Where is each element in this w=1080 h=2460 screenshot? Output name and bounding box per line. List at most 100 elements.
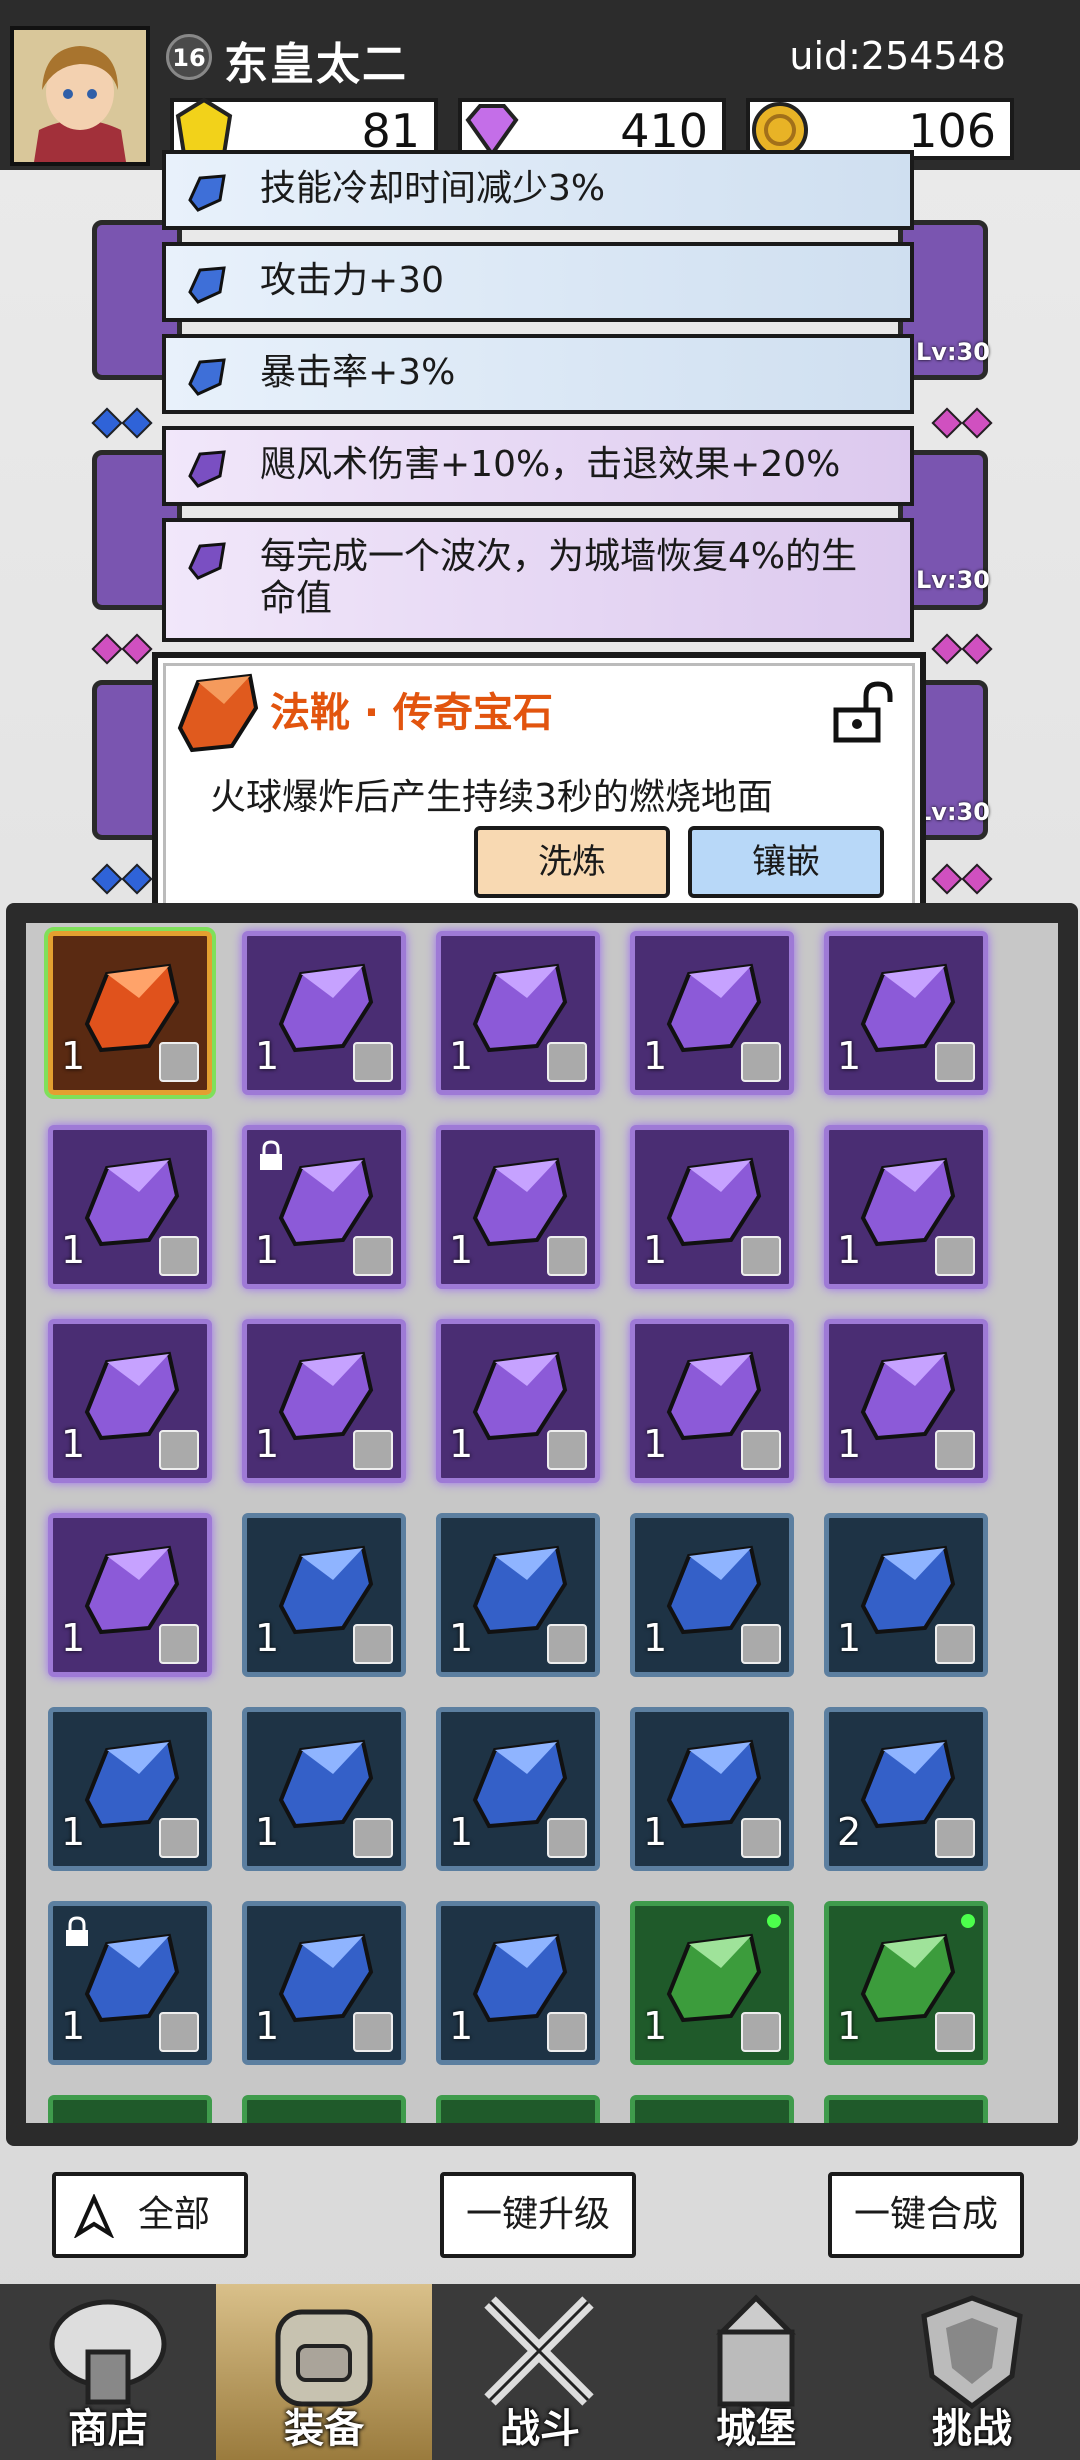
necklace-icon (547, 1430, 587, 1470)
inventory-gem-slot[interactable]: 1 (630, 1901, 794, 2065)
nav-equipment[interactable]: 装备 (216, 2284, 432, 2460)
inventory-gem-slot[interactable] (630, 2095, 794, 2123)
inventory-gem-slot[interactable]: 1 (436, 1901, 600, 2065)
inventory-gem-slot[interactable]: 1 (630, 1513, 794, 1677)
merge-all-button[interactable]: 一键合成 (828, 2172, 1024, 2258)
gem-count: 1 (255, 1228, 280, 1272)
inventory-gem-slot[interactable] (242, 2095, 406, 2123)
upgrade-all-button[interactable]: 一键升级 (440, 2172, 636, 2258)
inventory-gem-slot[interactable]: 1 (630, 931, 794, 1095)
inventory-gem-slot[interactable] (48, 2095, 212, 2123)
attribute-row: 技能冷却时间减少3% (162, 150, 914, 230)
nav-castle[interactable]: 城堡 (648, 2284, 864, 2460)
gem-count: 1 (61, 1228, 86, 1272)
armor-icon (159, 1818, 199, 1858)
attribute-text: 技能冷却时间减少3% (260, 168, 606, 209)
inventory-gem-slot[interactable]: 1 (824, 1513, 988, 1677)
blue-gem-icon (188, 174, 226, 212)
nav-label: 商店 (68, 2406, 148, 2452)
gem-count: 1 (643, 1034, 668, 1078)
inventory-gem-slot[interactable]: 1 (48, 1319, 212, 1483)
crossed-swords-icon (484, 2296, 594, 2406)
currency-value: 106 (908, 104, 996, 158)
attribute-row: 每完成一个波次，为城墙恢复4%的生命值 (162, 518, 914, 642)
equipment-level: Lv:30 (916, 566, 990, 594)
ring-icon (547, 1624, 587, 1664)
hat-icon (741, 1818, 781, 1858)
necklace-icon (159, 2012, 199, 2052)
filter-arrow-icon (74, 2194, 114, 2238)
gem-inventory-panel: 1 1 1 1 1 1 1 1 1 1 1 1 1 1 1 1 1 1 1 1 1 1 1 1 2 1 1 1 1 1 (6, 903, 1078, 2146)
inventory-gem-slot[interactable]: 1 (436, 1125, 600, 1289)
inventory-gem-slot[interactable]: 1 (242, 1901, 406, 2065)
equipment-level: Lv:30 (916, 338, 990, 366)
nav-label: 挑战 (932, 2406, 1012, 2452)
inventory-gem-slot[interactable]: 1 (436, 931, 600, 1095)
gem-title: 法靴 · 传奇宝石 (270, 690, 554, 736)
nav-battle[interactable]: 战斗 (432, 2284, 648, 2460)
inventory-gem-slot[interactable]: 1 (630, 1319, 794, 1483)
gem-count: 1 (255, 1616, 280, 1660)
inventory-gem-slot[interactable]: 1 (48, 1707, 212, 1871)
lock-icon (260, 1140, 282, 1170)
purple-gem-icon (188, 542, 226, 580)
nav-shop[interactable]: 商店 (0, 2284, 216, 2460)
armor-icon (353, 1818, 393, 1858)
gem-count: 1 (837, 1034, 862, 1078)
shield-icon (921, 2295, 1023, 2410)
inlay-button[interactable]: 镶嵌 (688, 826, 884, 898)
attribute-row: 飓风术伤害+10%，击退效果+20% (162, 426, 914, 506)
inventory-gem-slot[interactable]: 1 (824, 1901, 988, 2065)
equipment-level: Lv:30 (916, 798, 990, 826)
staff-icon (741, 1236, 781, 1276)
inventory-gem-slot[interactable]: 1 (824, 1319, 988, 1483)
gem-count: 1 (255, 1810, 280, 1854)
filter-all-button[interactable]: 全部 (52, 2172, 248, 2258)
inventory-gem-slot[interactable] (824, 2095, 988, 2123)
inventory-gem-slot[interactable]: 1 (824, 1125, 988, 1289)
inventory-gem-slot[interactable]: 1 (242, 1125, 406, 1289)
attribute-text: 飓风术伤害+10%，击退效果+20% (260, 444, 841, 485)
hat-icon (159, 1430, 199, 1470)
ring-icon (547, 1042, 587, 1082)
inventory-gem-slot[interactable]: 1 (48, 1901, 212, 2065)
inventory-gem-slot[interactable]: 1 (436, 1513, 600, 1677)
inventory-gem-slot[interactable]: 1 (242, 1513, 406, 1677)
necklace-icon (547, 2012, 587, 2052)
gem-count: 1 (643, 1616, 668, 1660)
inventory-gem-slot[interactable]: 1 (48, 1513, 212, 1677)
inventory-gem-slot[interactable]: 1 (242, 1707, 406, 1871)
ring-icon (353, 1042, 393, 1082)
gem-count: 1 (449, 1034, 474, 1078)
gem-count: 1 (61, 1422, 86, 1466)
nav-challenge[interactable]: 挑战 (864, 2284, 1080, 2460)
ring-icon (741, 1624, 781, 1664)
inventory-gem-slot[interactable]: 1 (436, 1319, 600, 1483)
gem-count: 1 (643, 1422, 668, 1466)
gem-count: 1 (449, 1422, 474, 1466)
inventory-gem-slot[interactable]: 1 (242, 931, 406, 1095)
player-uid: uid:254548 (789, 34, 1006, 78)
gem-count: 1 (61, 2004, 86, 2048)
attribute-text: 每完成一个波次，为城墙恢复4%的生命值 (260, 536, 858, 619)
gem-inventory-grid: 1 1 1 1 1 1 1 1 1 1 1 1 1 1 1 1 1 1 1 1 1 1 1 1 2 1 1 1 1 1 (26, 923, 1058, 2123)
gem-count: 1 (643, 1810, 668, 1854)
inventory-gem-slot[interactable] (436, 2095, 600, 2123)
gem-detail-card: 法靴 · 传奇宝石 火球爆炸后产生持续3秒的燃烧地面 洗炼 镶嵌 (152, 652, 926, 917)
reforge-button[interactable]: 洗炼 (474, 826, 670, 898)
inventory-gem-slot[interactable]: 1 (48, 1125, 212, 1289)
inventory-gem-slot[interactable]: 1 (44, 927, 216, 1099)
inventory-gem-slot[interactable]: 1 (242, 1319, 406, 1483)
inventory-gem-slot[interactable]: 1 (630, 1707, 794, 1871)
inventory-gem-slot[interactable]: 2 (824, 1707, 988, 1871)
staff-icon (353, 1236, 393, 1276)
inventory-gem-slot[interactable]: 1 (824, 931, 988, 1095)
filter-label: 全部 (137, 2194, 210, 2235)
inventory-gem-slot[interactable]: 1 (630, 1125, 794, 1289)
player-name: 东皇太二 (224, 39, 408, 90)
necklace-icon (935, 1430, 975, 1470)
gem-count: 1 (61, 1034, 86, 1078)
unlock-icon[interactable] (832, 680, 894, 744)
player-avatar[interactable] (10, 26, 150, 166)
inventory-gem-slot[interactable]: 1 (436, 1707, 600, 1871)
